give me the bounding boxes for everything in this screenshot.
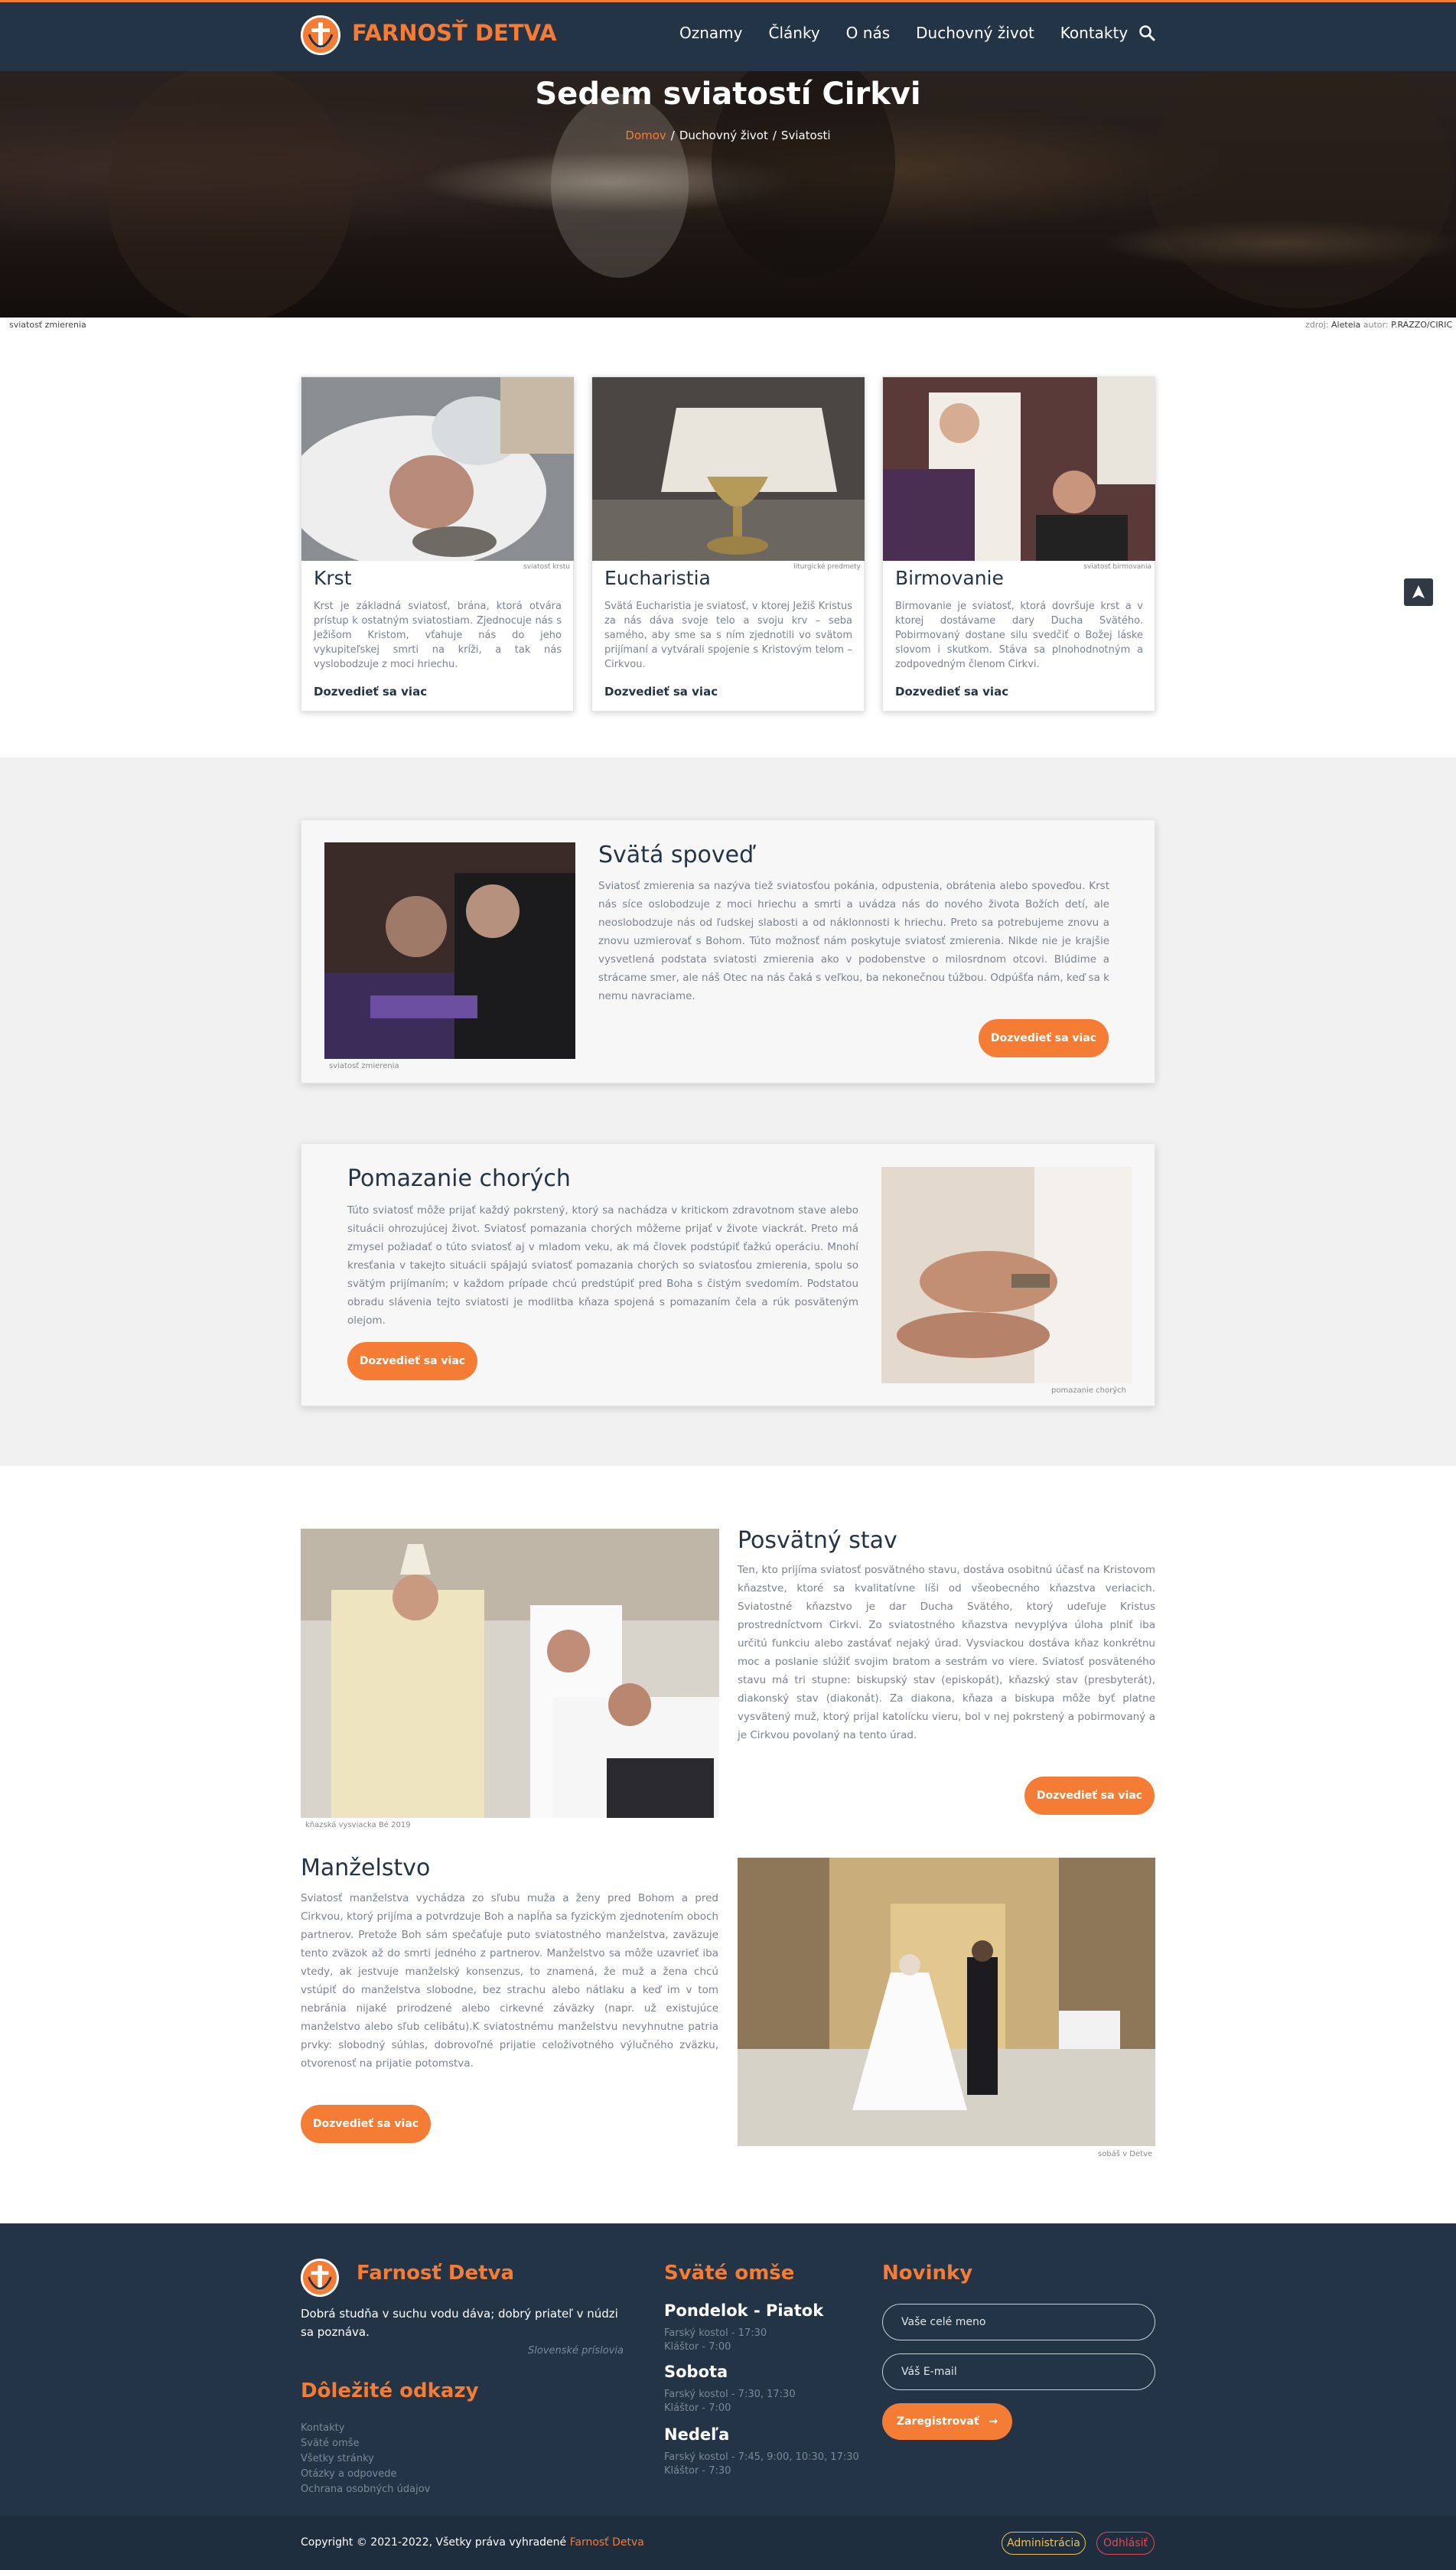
menu-item-clanky[interactable]: Články [769,24,820,42]
footer-bottom-bar [0,2516,1456,2570]
photo-chalice [592,377,865,561]
brand-name[interactable]: FARNOSŤ DETVA [352,20,557,46]
breadcrumb-current: Sviatosti [780,129,831,142]
mass-time: Farský kostol - 7:30, 17:30 [664,2389,796,2400]
mass-day: Nedeľa [664,2425,730,2444]
card-caption: sviatosť birmovania [1083,563,1151,571]
card-eucharistia: liturgické predmety Eucharistia Svätá Eu… [591,376,865,712]
card-krst: sviatosť krstu Krst Krst je základná svi… [301,376,574,712]
newsletter-email-input[interactable] [882,2353,1155,2390]
section-text: Ten, kto prijíma sviatosť posvätného sta… [738,1564,1155,1741]
arrow-up-icon [1412,585,1425,598]
footer-links-title: Dôležité odkazy [301,2379,479,2402]
photo-confirmation [883,377,1155,561]
newsletter-name-input[interactable] [882,2304,1155,2340]
subscribe-button[interactable]: Zaregistrovať → [882,2403,1012,2440]
footer-brand[interactable]: Farnosť Detva [357,2262,514,2285]
menu-item-o-nas[interactable]: O nás [846,24,890,42]
menu-item-duchovny-zivot[interactable]: Duchovný život [916,24,1034,42]
footer-link-otazky[interactable]: Otázky a odpovede [301,2467,396,2482]
footer-news-title: Novinky [882,2262,973,2285]
card-text: Birmovanie je sviatosť, ktorá dovršuje k… [895,601,1143,670]
footer-link-svate-omse[interactable]: Sväté omše [301,2436,360,2451]
copyright-text: Copyright © 2021-2022, Všetky práva vyhr… [301,2536,567,2549]
scroll-to-top-button[interactable] [1404,578,1433,606]
card-title: Eucharistia [604,567,711,589]
photo-baptism [301,377,574,561]
section-text: Túto sviatosť môže prijať každý pokrsten… [347,1204,858,1327]
more-button[interactable]: Dozvedieť sa viac [301,2105,431,2143]
card-more-link[interactable]: Dozvedieť sa viac [604,685,718,699]
search-icon[interactable] [1138,24,1155,41]
image-caption: kňazská vysviacka Bé 2019 [305,1821,411,1829]
subscribe-label: Zaregistrovať [896,2415,979,2428]
card-birmovanie: sviatosť birmovania Birmovanie Birmovani… [882,376,1155,712]
photo-ordination [301,1529,719,1818]
credit-source: Aleteia [1331,320,1361,330]
admin-button[interactable]: Administrácia [1002,2532,1086,2555]
menu-item-kontakty[interactable]: Kontakty [1060,24,1128,42]
credit-author-label: autor: [1363,320,1389,330]
card-text: Krst je základná sviatosť, brána, ktorá … [314,601,562,670]
mass-time: Farský kostol - 17:30 [664,2327,767,2339]
section-title: Manželstvo [301,1855,431,1881]
section-title: Svätá spoveď [598,842,754,868]
hero-caption: sviatosť zmierenia [9,320,86,330]
footer-mass-title: Sväté omše [664,2262,795,2285]
card-more-link[interactable]: Dozvedieť sa viac [314,685,427,699]
parish-logo[interactable] [301,15,340,55]
mass-day: Sobota [664,2363,728,2381]
page-title: Sedem sviatostí Cirkvi [535,77,921,112]
footer-quote: Dobrá studňa v suchu vodu dáva; dobrý pr… [301,2307,618,2339]
menu-item-oznamy[interactable]: Oznamy [679,24,743,42]
footer-quote-source: Slovenské príslovia [528,2345,624,2357]
footer-link-vsetky-stranky[interactable]: Všetky stránky [301,2451,374,2467]
credit-source-label: zdroj: [1305,320,1329,330]
image-caption: sviatosť zmierenia [329,1062,399,1070]
section-text: Sviatosť zmierenia sa nazýva tiež sviato… [598,880,1109,1002]
breadcrumb-duchovny-zivot[interactable]: Duchovný život [679,129,768,142]
card-caption: liturgické predmety [793,563,861,571]
more-button[interactable]: Dozvedieť sa viac [1024,1777,1155,1815]
card-more-link[interactable]: Dozvedieť sa viac [895,685,1008,699]
breadcrumb-home[interactable]: Domov [625,129,666,142]
credit-author: P.RAZZO/CIRIC [1391,320,1453,330]
mass-time: Farský kostol - 7:45, 9:00, 10:30, 17:30 [664,2451,859,2463]
mass-time: Kláštor - 7:30 [664,2465,731,2477]
card-title: Birmovanie [895,567,1004,589]
mass-time: Kláštor - 7:00 [664,2341,731,2353]
arrow-right-icon: → [989,2415,998,2428]
mass-time: Kláštor - 7:00 [664,2402,731,2414]
breadcrumb: Domov / Duchovný život / Sviatosti [625,129,831,142]
hero-credit: zdroj: Aleteia autor: P.RAZZO/CIRIC [1305,320,1452,330]
photo-anointing [881,1167,1132,1383]
footer-link-ochrana[interactable]: Ochrana osobných údajov [301,2482,430,2497]
more-button[interactable]: Dozvedieť sa viac [347,1342,477,1380]
card-text: Svätá Eucharistia je sviatosť, v ktorej … [604,601,852,670]
section-title: Posvätný stav [738,1527,897,1554]
section-title: Pomazanie chorých [347,1165,571,1192]
mass-day: Pondelok - Piatok [664,2301,824,2320]
more-button[interactable]: Dozvedieť sa viac [979,1019,1109,1057]
copyright: Copyright © 2021-2022, Všetky práva vyhr… [301,2536,644,2549]
footer-logo[interactable] [301,2259,339,2297]
footer-link-kontakty[interactable]: Kontakty [301,2421,344,2436]
copyright-brand[interactable]: Farnosť Detva [570,2536,644,2549]
main-menu: Oznamy Články O nás Duchovný život Konta… [679,24,1154,42]
image-caption: pomazanie chorých [1051,1386,1126,1395]
photo-wedding [738,1858,1155,2146]
logout-button[interactable]: Odhlásiť [1096,2532,1155,2555]
photo-confession [324,842,575,1059]
image-caption: sobáš v Detve [1098,2150,1153,2158]
section-text: Sviatosť manželstva vychádza zo sľubu mu… [301,1892,718,2070]
card-caption: sviatosť krstu [523,563,570,571]
card-title: Krst [314,567,352,589]
